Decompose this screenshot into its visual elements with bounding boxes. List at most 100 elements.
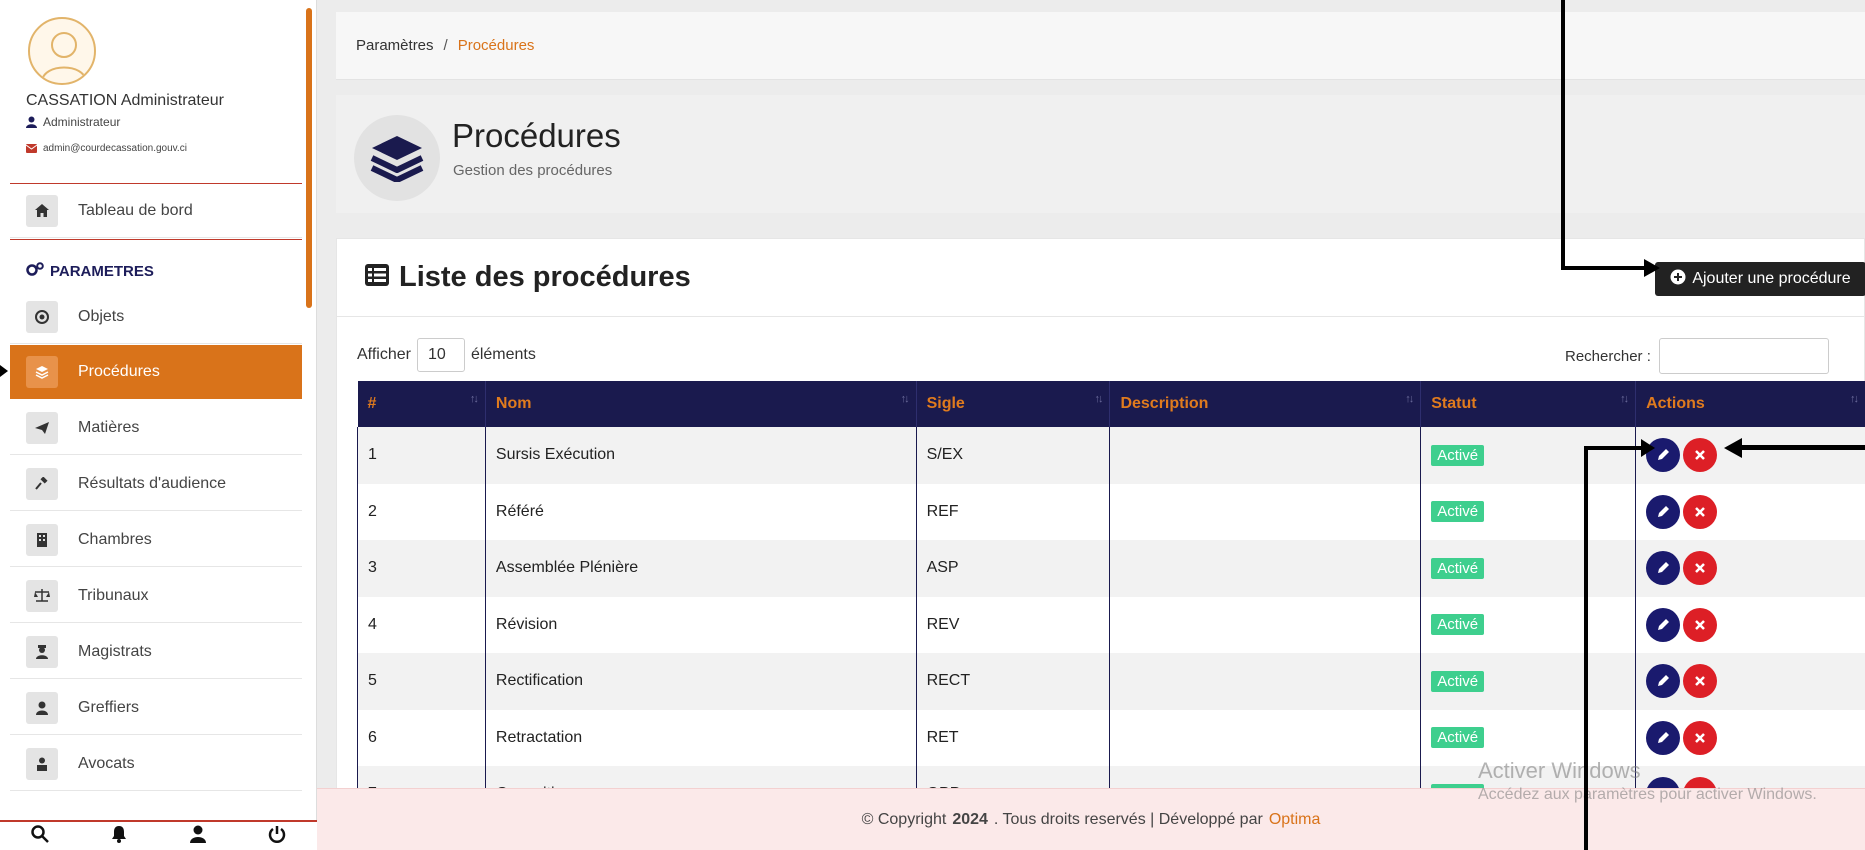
pencil-icon [1658, 505, 1670, 517]
table-row: 2 Référé REF Activé [357, 483, 1865, 540]
table-row: 1 Sursis Exécution S/EX Activé [357, 427, 1865, 484]
breadcrumb-separator: / [443, 37, 448, 54]
bell-icon[interactable] [111, 825, 127, 848]
list-icon [365, 261, 389, 294]
annotation-arrowhead [0, 365, 8, 377]
footer-prefix: © Copyright [861, 810, 947, 828]
column-header-number[interactable]: # ↑↓ [357, 381, 486, 427]
column-header-nom[interactable]: Nom ↑↓ [485, 381, 917, 427]
close-icon [1695, 450, 1705, 461]
edit-button[interactable] [1646, 664, 1681, 699]
delete-button[interactable] [1683, 551, 1718, 586]
home-icon [26, 194, 58, 227]
sidebar-item-avocats[interactable]: Avocats [10, 737, 302, 791]
layers-icon [26, 356, 58, 388]
annotation-line [1561, 0, 1565, 269]
status-badge: Activé [1431, 557, 1485, 579]
length-prefix: Afficher [357, 346, 411, 363]
sidebar-item-resultats[interactable]: Résultats d'audience [10, 457, 302, 511]
sidebar-item-objets[interactable]: Objets [10, 290, 302, 344]
edit-button[interactable] [1646, 494, 1681, 529]
breadcrumb-parent[interactable]: Paramètres [356, 37, 434, 54]
close-icon [1695, 563, 1705, 574]
sidebar-item-matieres[interactable]: Matières [10, 401, 302, 455]
sidebar-item-label: Résultats d'audience [78, 474, 227, 492]
balance-scale-icon [26, 579, 58, 612]
pencil-icon [1658, 618, 1670, 630]
sidebar-item-tribunaux[interactable]: Tribunaux [10, 569, 302, 623]
envelope-icon [26, 144, 37, 153]
column-header-statut[interactable]: Statut ↑↓ [1420, 381, 1637, 427]
table-row: 4 Révision REV Activé [357, 596, 1865, 653]
sidebar-scrollbar[interactable] [306, 8, 312, 308]
footer-text: . Tous droits reservés | Développé par [993, 810, 1263, 828]
user-judge-icon [26, 635, 58, 668]
close-icon [1695, 619, 1705, 630]
close-icon [1695, 676, 1705, 687]
footer-year: 2024 [952, 810, 988, 828]
cell-actions [1635, 653, 1865, 710]
sidebar-item-procedures[interactable]: Procédures [10, 345, 302, 399]
column-header-description[interactable]: Description ↑↓ [1109, 381, 1422, 427]
delete-button[interactable] [1683, 720, 1718, 755]
cell-actions [1635, 483, 1865, 540]
page-title: Procédures [452, 117, 621, 154]
cell-number: 4 [357, 596, 486, 653]
sidebar-item-label: Procédures [78, 363, 160, 380]
annotation-arrowhead [1724, 438, 1742, 458]
sort-icon: ↑↓ [900, 393, 910, 405]
card-header: Liste des procédures Ajouter une procédu… [337, 239, 1865, 317]
edit-button[interactable] [1646, 551, 1681, 586]
sidebar-item-label: Greffiers [78, 698, 140, 716]
plus-circle-icon [1670, 269, 1686, 290]
power-icon[interactable] [268, 825, 286, 848]
cell-number: 1 [357, 427, 486, 484]
cell-sigle: S/EX [916, 427, 1111, 484]
sidebar-item-label: Tribunaux [78, 586, 149, 604]
cell-nom: Assemblée Plénière [485, 540, 917, 597]
cell-number: 6 [357, 709, 486, 766]
footer-brand-link[interactable]: Optima [1269, 811, 1321, 829]
sort-icon: ↑↓ [1620, 393, 1629, 405]
column-header-actions[interactable]: Actions ↑↓ [1635, 381, 1865, 427]
search-input[interactable] [1658, 338, 1829, 374]
cell-statut: Activé [1420, 540, 1637, 597]
annotation-line [1584, 446, 1588, 850]
sidebar-item-greffiers[interactable]: Greffiers [10, 681, 302, 735]
page-subtitle: Gestion des procédures [453, 162, 613, 179]
table-row: 3 Assemblée Plénière ASP Activé [357, 540, 1865, 597]
cell-statut: Activé [1420, 483, 1637, 540]
search-icon[interactable] [31, 824, 50, 848]
sidebar-item-magistrats[interactable]: Magistrats [10, 625, 302, 679]
edit-button[interactable] [1646, 720, 1681, 755]
delete-button[interactable] [1683, 607, 1718, 642]
windows-activation-watermark: Activer Windows Accédez aux paramètres p… [1478, 758, 1817, 804]
user-icon [26, 116, 37, 128]
sidebar-item-chambres[interactable]: Chambres [10, 513, 302, 567]
delete-button[interactable] [1683, 438, 1718, 473]
cell-sigle: REV [916, 596, 1111, 653]
paper-plane-icon [26, 411, 58, 444]
cell-nom: Révision [485, 596, 917, 653]
cell-description [1109, 427, 1422, 484]
delete-button[interactable] [1683, 664, 1718, 699]
cell-description [1109, 540, 1422, 597]
cell-nom: Rectification [485, 653, 917, 710]
profile-role-label: Administrateur [43, 115, 121, 129]
building-icon [26, 523, 58, 556]
sidebar-item-label: Tableau de bord [78, 201, 193, 219]
cell-statut: Activé [1420, 653, 1637, 710]
cell-number: 5 [357, 653, 486, 710]
sidebar-item-dashboard[interactable]: Tableau de bord [10, 184, 302, 238]
column-header-sigle[interactable]: Sigle ↑↓ [916, 381, 1111, 427]
card-title-label: Liste des procédures [399, 261, 691, 293]
delete-button[interactable] [1683, 494, 1718, 529]
status-badge: Activé [1431, 501, 1485, 523]
add-procedure-button[interactable]: Ajouter une procédure [1655, 262, 1865, 296]
avatar [28, 17, 96, 85]
page-length-select[interactable]: 10 [416, 338, 465, 372]
sidebar: CASSATION Administrateur Administrateur … [0, 0, 317, 850]
edit-button[interactable] [1646, 607, 1681, 642]
cell-description [1109, 709, 1422, 766]
user-icon[interactable] [189, 825, 206, 848]
